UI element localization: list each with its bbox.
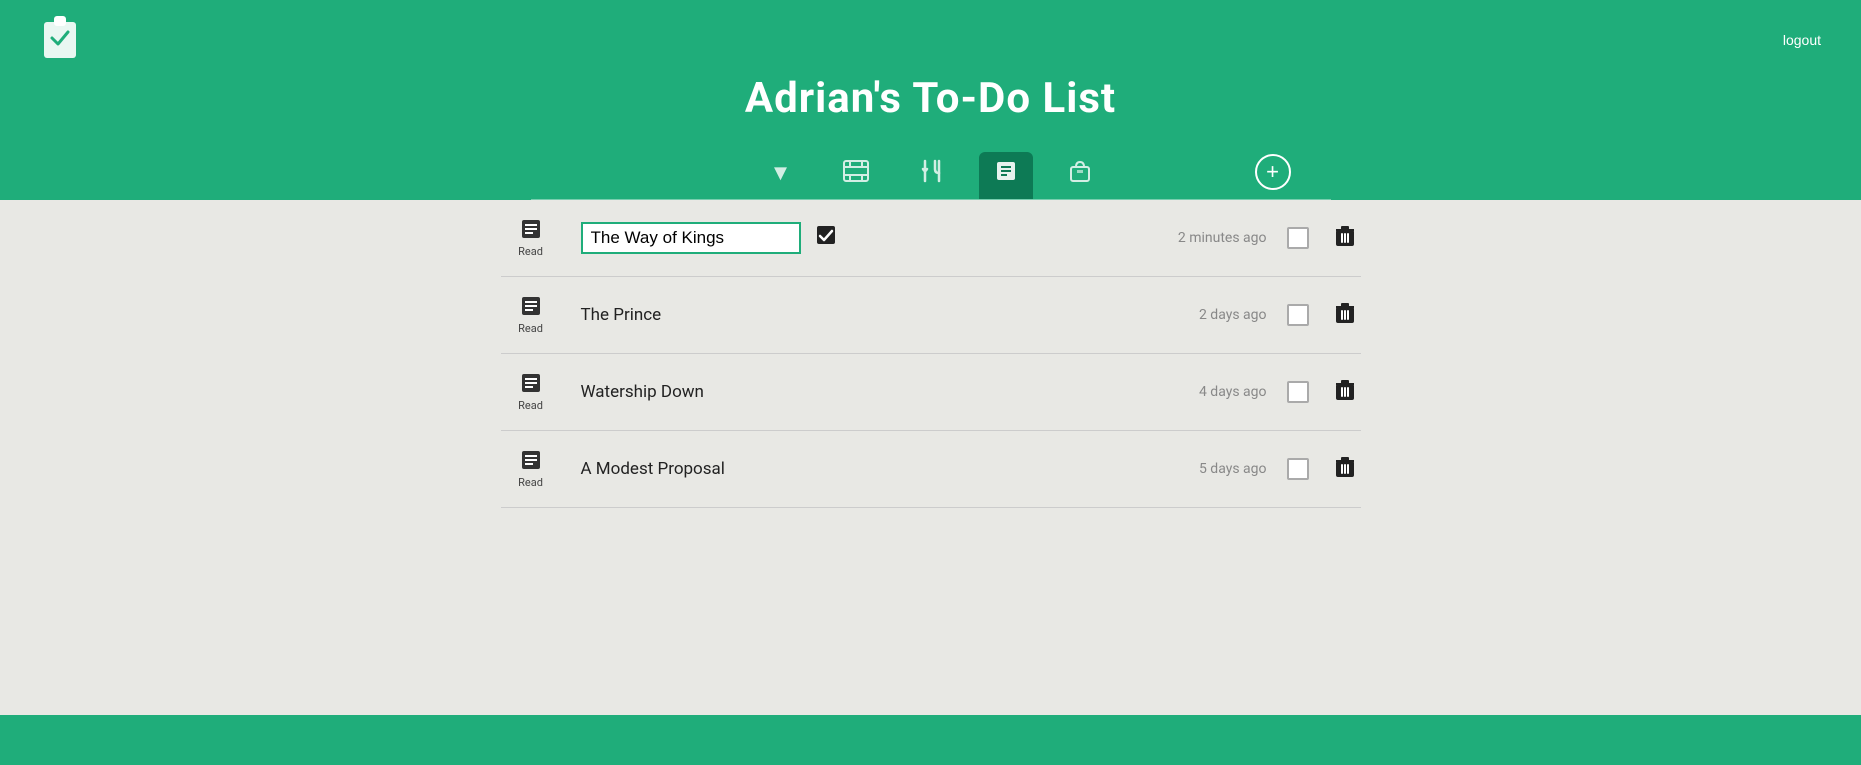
filter-icon: ▼: [770, 163, 792, 185]
task-category-label: Read: [518, 245, 543, 258]
task-save-button[interactable]: [809, 222, 843, 254]
table-row: Read A Modest Proposal 5 days ago: [501, 431, 1361, 508]
task-name: The Prince: [581, 305, 1117, 325]
read-category-icon: [520, 449, 542, 474]
task-checkbox[interactable]: [1287, 381, 1309, 403]
utensils-icon: [921, 159, 943, 188]
add-task-button[interactable]: +: [1255, 154, 1291, 190]
task-delete-button[interactable]: [1329, 223, 1361, 254]
task-time: 4 days ago: [1137, 384, 1267, 400]
task-category-label: Read: [518, 399, 543, 412]
tab-shop[interactable]: [1053, 151, 1107, 200]
book-icon: [995, 160, 1017, 187]
task-category-label: Read: [518, 322, 543, 335]
tab-all[interactable]: ▼: [754, 155, 808, 197]
main-content: Read 2 minutes ago: [0, 200, 1861, 715]
task-checkbox[interactable]: [1287, 227, 1309, 249]
film-icon: [843, 160, 869, 187]
tab-movies[interactable]: [827, 152, 885, 199]
table-row: Read 2 minutes ago: [501, 200, 1361, 277]
task-delete-button[interactable]: [1329, 454, 1361, 485]
table-row: Read Watership Down 4 days ago: [501, 354, 1361, 431]
table-row: Read The Prince 2 days ago: [501, 277, 1361, 354]
tab-bar-line: [531, 199, 1331, 200]
task-list: Read 2 minutes ago: [481, 200, 1381, 508]
bag-icon: [1069, 159, 1091, 188]
task-category: Read: [501, 218, 561, 258]
task-name: A Modest Proposal: [581, 459, 1117, 479]
page-title: Adrian's To-Do List: [745, 74, 1116, 123]
task-name: Watership Down: [581, 382, 1117, 402]
read-category-icon: [520, 295, 542, 320]
header-top: logout: [40, 16, 1821, 64]
task-name-input[interactable]: [581, 222, 801, 254]
tab-read[interactable]: [979, 152, 1033, 199]
footer: [0, 715, 1861, 765]
task-checkbox[interactable]: [1287, 458, 1309, 480]
category-tabs: ▼: [531, 151, 1331, 200]
task-time: 5 days ago: [1137, 461, 1267, 477]
task-delete-button[interactable]: [1329, 377, 1361, 408]
task-time: 2 days ago: [1137, 307, 1267, 323]
tab-food[interactable]: [905, 151, 959, 200]
task-category: Read: [501, 295, 561, 335]
task-category: Read: [501, 449, 561, 489]
logout-button[interactable]: logout: [1783, 32, 1821, 48]
task-time: 2 minutes ago: [1137, 230, 1267, 246]
task-category-label: Read: [518, 476, 543, 489]
task-delete-button[interactable]: [1329, 300, 1361, 331]
task-checkbox[interactable]: [1287, 304, 1309, 326]
header: logout Adrian's To-Do List ▼: [0, 0, 1861, 200]
task-category: Read: [501, 372, 561, 412]
read-category-icon: [520, 372, 542, 397]
plus-icon: +: [1266, 161, 1279, 183]
logo-icon: [40, 16, 80, 64]
read-category-icon: [520, 218, 542, 243]
